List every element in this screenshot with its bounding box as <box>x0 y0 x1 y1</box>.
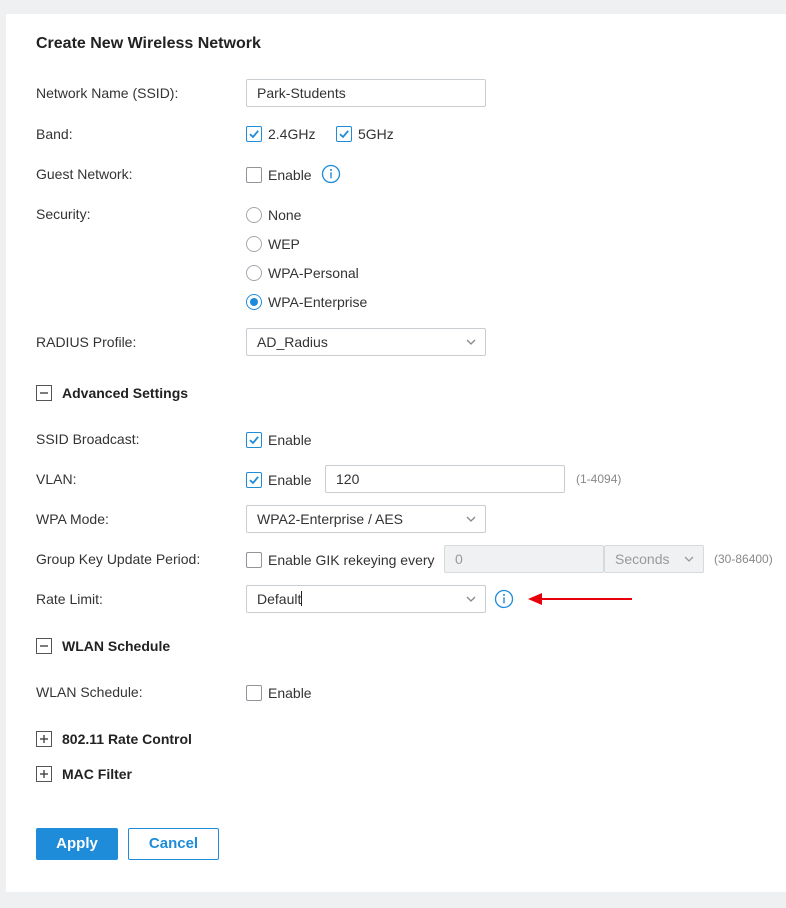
wlan-schedule-title[interactable]: WLAN Schedule <box>62 638 170 654</box>
wlan-schedule-enable-label: Enable <box>268 685 312 701</box>
rate-limit-select[interactable]: Default <box>246 585 486 613</box>
security-option-wpa-enterprise: WPA-Enterprise <box>268 294 368 310</box>
minus-icon <box>40 645 48 647</box>
ssid-broadcast-enable-label: Enable <box>268 432 312 448</box>
arrow-left-icon <box>528 593 632 605</box>
wlan-schedule-checkbox[interactable] <box>246 685 262 701</box>
ssid-input[interactable]: Park-Students <box>246 79 486 107</box>
wpa-mode-label: WPA Mode: <box>36 511 109 527</box>
wpa-mode-value: WPA2-Enterprise / AES <box>257 511 404 527</box>
radius-profile-label: RADIUS Profile: <box>36 334 137 350</box>
radius-profile-value: AD_Radius <box>257 334 328 350</box>
ssid-broadcast-label: SSID Broadcast: <box>36 431 140 447</box>
text-cursor <box>301 591 303 606</box>
security-option-wep: WEP <box>268 236 300 252</box>
chevron-down-icon <box>466 596 476 602</box>
apply-button[interactable]: Apply <box>36 828 118 860</box>
mac-filter-title[interactable]: MAC Filter <box>62 766 132 782</box>
security-wep-radio[interactable] <box>246 236 262 252</box>
band-24-label: 2.4GHz <box>268 126 316 142</box>
page-title: Create New Wireless Network <box>36 35 261 52</box>
guest-network-label: Guest Network: <box>36 166 133 182</box>
create-network-panel: Create New Wireless Network Network Name… <box>6 14 786 892</box>
gik-rekeying-checkbox[interactable] <box>246 552 262 568</box>
wlan-schedule-toggle[interactable] <box>36 638 52 654</box>
rate-limit-value: Default <box>257 591 302 607</box>
plus-icon <box>40 735 48 743</box>
check-icon <box>339 130 349 139</box>
guest-info-icon[interactable] <box>321 164 341 184</box>
wpa-mode-select[interactable]: WPA2-Enterprise / AES <box>246 505 486 533</box>
advanced-settings-title[interactable]: Advanced Settings <box>62 385 188 401</box>
security-wpa-personal-radio[interactable] <box>246 265 262 281</box>
vlan-id-input[interactable]: 120 <box>325 465 565 493</box>
rate-limit-info-icon[interactable] <box>494 589 514 609</box>
check-icon <box>249 130 259 139</box>
mac-filter-toggle[interactable] <box>36 766 52 782</box>
gik-period-input[interactable]: 0 <box>444 545 604 573</box>
security-label: Security: <box>36 206 91 222</box>
rate-limit-label: Rate Limit: <box>36 591 103 607</box>
band-label: Band: <box>36 126 73 142</box>
chevron-down-icon <box>466 339 476 345</box>
group-key-update-label: Group Key Update Period: <box>36 551 201 567</box>
chevron-down-icon <box>684 556 694 562</box>
minus-icon <box>40 392 48 394</box>
rate-control-title[interactable]: 802.11 Rate Control <box>62 731 192 747</box>
vlan-enable-checkbox[interactable] <box>246 472 262 488</box>
advanced-settings-toggle[interactable] <box>36 385 52 401</box>
ssid-label: Network Name (SSID): <box>36 85 179 101</box>
plus-icon <box>40 770 48 778</box>
gik-unit-value: Seconds <box>615 551 670 567</box>
ssid-broadcast-checkbox[interactable] <box>246 432 262 448</box>
vlan-enable-label: Enable <box>268 472 312 488</box>
gik-range-hint: (30-86400) <box>714 552 773 566</box>
gik-rekeying-label: Enable GIK rekeying every <box>268 552 435 568</box>
security-none-radio[interactable] <box>246 207 262 223</box>
wlan-schedule-label: WLAN Schedule: <box>36 684 143 700</box>
chevron-down-icon <box>466 516 476 522</box>
radius-profile-select[interactable]: AD_Radius <box>246 328 486 356</box>
band-24-checkbox[interactable] <box>246 126 262 142</box>
check-icon <box>249 436 259 445</box>
rate-control-toggle[interactable] <box>36 731 52 747</box>
guest-enable-label: Enable <box>268 167 312 183</box>
gik-unit-select[interactable]: Seconds <box>604 545 704 573</box>
guest-enable-checkbox[interactable] <box>246 167 262 183</box>
security-option-none: None <box>268 207 302 223</box>
security-wpa-enterprise-radio[interactable] <box>246 294 262 310</box>
vlan-label: VLAN: <box>36 471 77 487</box>
security-option-wpa-personal: WPA-Personal <box>268 265 359 281</box>
cancel-button[interactable]: Cancel <box>128 828 219 860</box>
check-icon <box>249 476 259 485</box>
band-5-label: 5GHz <box>358 126 394 142</box>
vlan-range-hint: (1-4094) <box>576 472 622 486</box>
band-5-checkbox[interactable] <box>336 126 352 142</box>
